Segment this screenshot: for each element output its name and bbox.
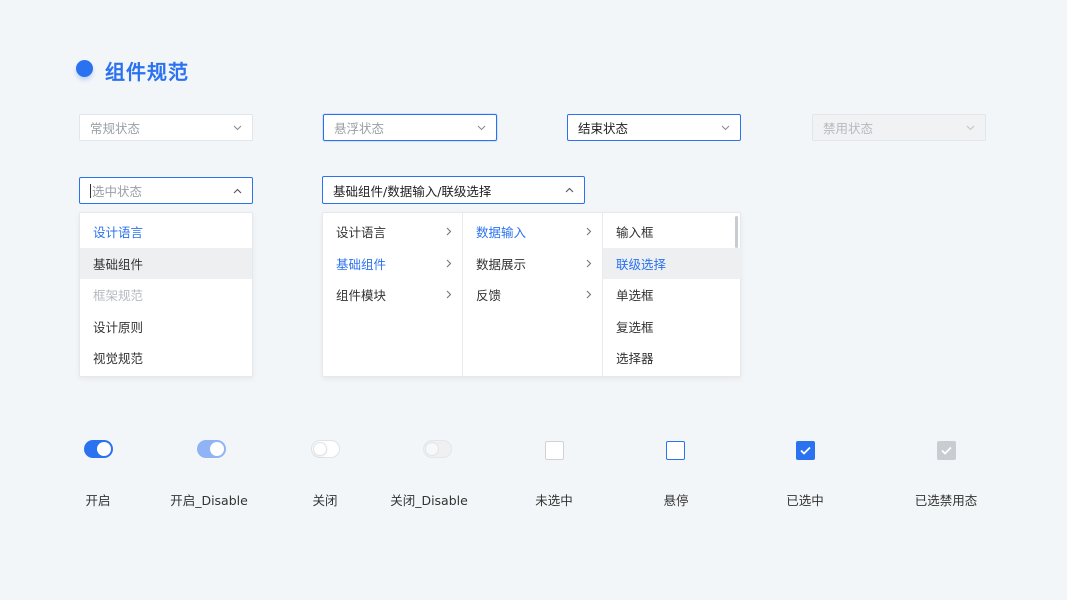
caption-checkbox-hover: 悬停 [663,493,689,508]
cascader-option[interactable]: 组件模块 [323,279,462,311]
select-done-label: 结束状态 [578,121,629,136]
select-normal-label: 常规状态 [90,121,141,136]
select-done[interactable]: 结束状态 [567,114,741,141]
chevron-right-icon [446,259,452,268]
cascader-option[interactable]: 反馈 [463,279,602,311]
caption-checkbox-unchecked: 未选中 [535,493,573,508]
cascader-option-label: 设计语言 [336,225,387,241]
page-title: 组件规范 [105,60,189,84]
cascader-column-2: 数据输入 数据展示 反馈 [463,213,603,376]
cascader-option-selected[interactable]: 联级选择 [603,247,741,279]
dropdown-option[interactable]: 基础组件 [80,247,252,279]
switch-knob [210,442,224,456]
select-disabled: 禁用状态 [812,114,986,141]
select-active-placeholder: 选中状态 [92,184,143,199]
caption-switch-off-disabled: 关闭_Disable [390,493,468,508]
title-dot-icon [76,60,93,77]
cascader-option[interactable]: 单选框 [603,279,741,311]
cascader-value: 基础组件/数据输入/联级选择 [333,183,492,199]
dropdown-menu: 设计语言 基础组件 框架规范 设计原则 视觉规范 [79,212,253,377]
cascader-option-selected[interactable]: 基础组件 [323,248,462,280]
checkbox-hover[interactable] [666,441,685,460]
chevron-down-icon [965,123,975,133]
switch-knob [313,442,327,456]
chevron-right-icon [586,290,592,299]
checkbox-unchecked[interactable] [545,441,564,460]
check-icon [941,446,952,455]
chevron-down-icon [232,123,242,133]
caption-checkbox-checked-disabled: 已选禁用态 [914,493,978,508]
switch-on[interactable] [84,440,113,458]
switch-off[interactable] [311,440,340,458]
dropdown-option-disabled: 框架规范 [93,288,144,304]
cascader-option[interactable]: 数据展示 [463,248,602,280]
cascader-column-1: 设计语言 基础组件 组件模块 [323,213,463,376]
chevron-right-icon [446,290,452,299]
select-hover[interactable]: 悬浮状态 [323,114,497,141]
caption-checkbox-checked: 已选中 [786,493,824,508]
chevron-down-icon [476,123,486,133]
cascader-option-label: 数据输入 [476,225,527,241]
cascader-select[interactable]: 基础组件/数据输入/联级选择 [322,176,585,204]
dropdown-option[interactable]: 设计语言 [80,216,252,248]
chevron-up-icon [564,185,574,195]
cascader-option[interactable]: 输入框 [603,216,741,248]
check-icon [800,446,811,455]
chevron-up-icon [232,186,242,196]
dropdown-option[interactable]: 设计原则 [80,311,252,343]
scrollbar[interactable] [735,216,738,248]
cascader-menu: 设计语言 基础组件 组件模块 数据输入 数据展示 反馈 输入框 联级选择 单选框… [322,212,741,377]
checkbox-checked[interactable] [796,441,815,460]
cascader-option-label: 组件模块 [336,288,387,304]
select-hover-label: 悬浮状态 [334,121,385,136]
cascader-option[interactable]: 选择器 [603,342,741,374]
checkbox-checked-disabled [937,441,956,460]
switch-knob [97,442,111,456]
cascader-option-label: 反馈 [476,288,502,304]
dropdown-option[interactable]: 视觉规范 [80,342,252,374]
cascader-option-label: 数据展示 [476,256,527,272]
cascader-option[interactable]: 复选框 [603,311,741,343]
cascader-option[interactable]: 设计语言 [323,216,462,248]
caption-switch-on: 开启 [85,493,111,508]
chevron-down-icon [720,123,730,133]
text-cursor [90,183,91,198]
select-normal[interactable]: 常规状态 [79,114,253,141]
chevron-right-icon [586,259,592,268]
switch-on-disabled [197,440,226,458]
cascader-column-3: 输入框 联级选择 单选框 复选框 选择器 [603,213,741,376]
chevron-right-icon [446,227,452,236]
caption-switch-on-disabled: 开启_Disable [170,493,248,508]
switch-knob [425,442,439,456]
cascader-option-label: 基础组件 [336,256,387,272]
caption-switch-off: 关闭 [312,493,338,508]
select-disabled-label: 禁用状态 [823,121,874,136]
cascader-option-selected[interactable]: 数据输入 [463,216,602,248]
switch-off-disabled [423,440,452,458]
select-active[interactable]: 选中状态 [79,177,253,204]
chevron-right-icon [586,227,592,236]
